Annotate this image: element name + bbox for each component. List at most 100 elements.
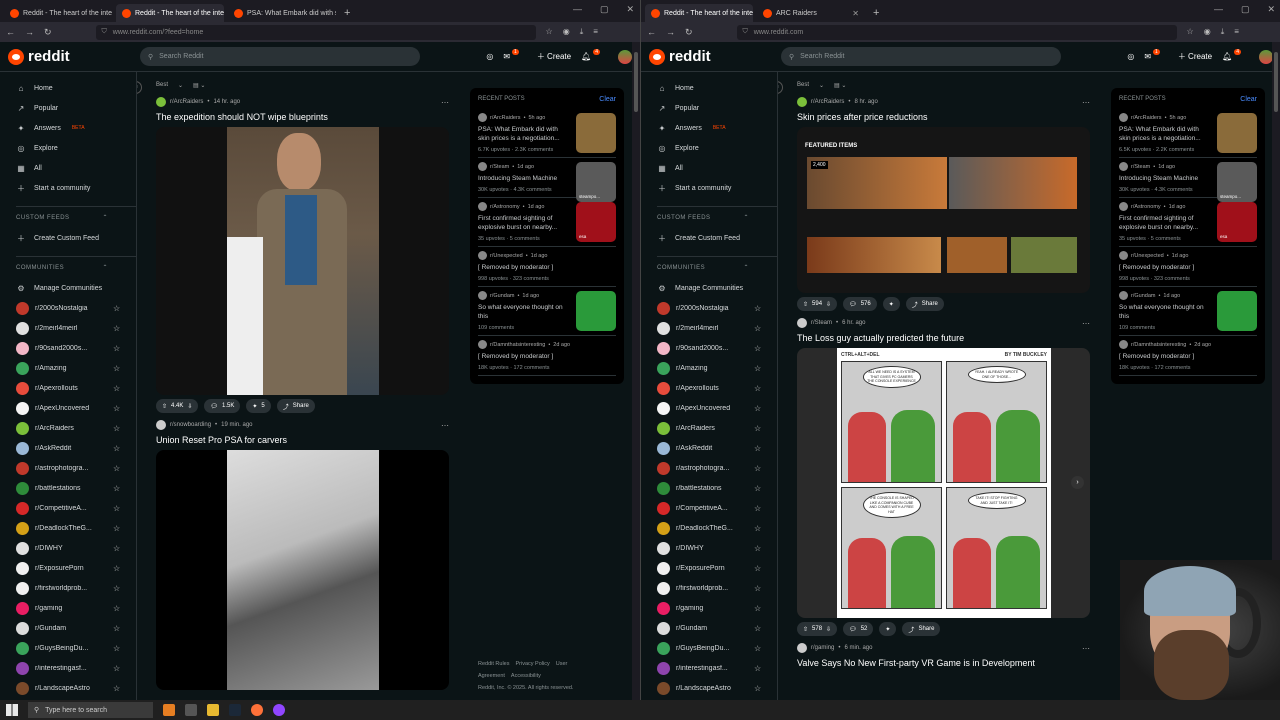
share-button[interactable]: ⤴ Share xyxy=(905,297,944,311)
more-options-icon[interactable]: ⋯ xyxy=(441,421,449,430)
community-item[interactable]: r/2meirl4meirl ☆ xyxy=(657,318,777,338)
avatar[interactable] xyxy=(618,49,632,64)
community-item[interactable]: r/interestingasf... ☆ xyxy=(16,658,136,678)
manage-communities-button[interactable]: ⚙ Manage Communities xyxy=(16,278,136,298)
community-item[interactable]: r/GuysBeingDu... ☆ xyxy=(16,638,136,658)
view-layout-icon[interactable]: ▤ ⌄ xyxy=(834,82,846,89)
forward-icon[interactable]: → xyxy=(666,27,675,37)
community-item[interactable]: r/DIWHY ☆ xyxy=(16,538,136,558)
star-icon[interactable]: ☆ xyxy=(754,424,761,433)
address-bar[interactable]: ⛉ www.reddit.com/?feed=home xyxy=(95,24,536,40)
community-item[interactable]: r/ExposurePorn ☆ xyxy=(657,558,777,578)
community-item[interactable]: r/astrophotogra... ☆ xyxy=(657,458,777,478)
notifications-icon[interactable]: 🔔︎ xyxy=(1222,52,1232,61)
community-item[interactable]: r/90sand2000s... ☆ xyxy=(657,338,777,358)
star-icon[interactable]: ☆ xyxy=(113,644,120,653)
star-icon[interactable]: ☆ xyxy=(113,484,120,493)
extension-icon[interactable]: ◉ xyxy=(1204,27,1211,37)
sidebar-item[interactable]: ▦ All xyxy=(657,158,777,178)
award-button[interactable]: ✦ 5 xyxy=(246,399,271,413)
community-item[interactable]: r/CompetitiveA... ☆ xyxy=(16,498,136,518)
footer-link[interactable]: Accessibility xyxy=(511,673,541,679)
sidebar-item[interactable]: ↗ Popular xyxy=(657,98,777,118)
recent-post-item[interactable]: r/Steam • 1d ago Introducing Steam Machine 3… xyxy=(1119,158,1257,202)
comments-button[interactable]: 💬︎ 1.5K xyxy=(204,399,241,413)
community-item[interactable]: r/DeadlockTheG... ☆ xyxy=(657,518,777,538)
maximize-icon[interactable]: ▢ xyxy=(600,4,609,15)
avatar[interactable] xyxy=(1259,49,1273,64)
community-item[interactable]: r/2000sNostalgia ☆ xyxy=(657,298,777,318)
community-item[interactable]: r/DIWHY ☆ xyxy=(657,538,777,558)
weather-icon[interactable] xyxy=(163,704,175,716)
collapse-sidebar-icon[interactable]: ≡ xyxy=(778,81,783,94)
custom-feeds-header[interactable]: CUSTOM FEEDS ⌃ xyxy=(16,206,136,228)
star-icon[interactable]: ☆ xyxy=(754,304,761,313)
sidebar-item[interactable]: ⌂ Home xyxy=(657,78,777,98)
star-icon[interactable]: ☆ xyxy=(113,464,120,473)
star-icon[interactable]: ☆ xyxy=(754,364,761,373)
extension-icon[interactable]: ◉ xyxy=(563,27,570,37)
forward-icon[interactable]: → xyxy=(25,27,34,37)
more-options-icon[interactable]: ⋯ xyxy=(1082,319,1090,328)
star-icon[interactable]: ☆ xyxy=(113,684,120,693)
obs-icon[interactable] xyxy=(273,704,285,716)
back-icon[interactable]: ← xyxy=(647,27,656,37)
award-button[interactable]: ✦ xyxy=(879,622,897,636)
chat-icon[interactable]: ✉ xyxy=(1144,52,1151,61)
comments-button[interactable]: 💬︎ 576 xyxy=(843,297,877,311)
star-icon[interactable]: ☆ xyxy=(113,304,120,313)
scrollbar[interactable] xyxy=(632,42,640,700)
sidebar-item[interactable]: ＋ Start a community xyxy=(657,178,777,198)
community-item[interactable]: r/Amazing ☆ xyxy=(16,358,136,378)
post-video[interactable] xyxy=(156,450,449,690)
post-title[interactable]: The expedition should NOT wipe blueprint… xyxy=(156,112,449,123)
star-icon[interactable]: ☆ xyxy=(113,604,120,613)
community-item[interactable]: r/firstworldprob... ☆ xyxy=(16,578,136,598)
vote-button[interactable]: ⇧ 578 ⇩ xyxy=(797,622,838,636)
menu-icon[interactable]: ≡ xyxy=(593,27,598,37)
star-icon[interactable]: ☆ xyxy=(113,544,120,553)
star-icon[interactable]: ☆ xyxy=(113,444,120,453)
community-item[interactable]: r/Apexrollouts ☆ xyxy=(16,378,136,398)
post-title[interactable]: The Loss guy actually predicted the futu… xyxy=(797,333,1090,344)
community-item[interactable]: r/firstworldprob... ☆ xyxy=(657,578,777,598)
recent-post-item[interactable]: r/ArcRaiders • 5h ago PSA: What Embark did … xyxy=(478,109,616,158)
community-item[interactable]: r/Gundam ☆ xyxy=(657,618,777,638)
clear-button[interactable]: Clear xyxy=(1240,96,1257,103)
star-icon[interactable]: ☆ xyxy=(754,384,761,393)
award-button[interactable]: ✦ xyxy=(882,297,900,311)
community-item[interactable]: r/Gundam ☆ xyxy=(16,618,136,638)
community-item[interactable]: r/interestingasf... ☆ xyxy=(657,658,777,678)
star-icon[interactable]: ☆ xyxy=(113,624,120,633)
community-item[interactable]: r/LandscapeAstro ☆ xyxy=(657,678,777,698)
star-icon[interactable]: ☆ xyxy=(754,504,761,513)
community-item[interactable]: r/GuysBeingDu... ☆ xyxy=(657,638,777,658)
create-button[interactable]: ＋ Create xyxy=(1178,51,1212,62)
sidebar-item[interactable]: ◎ Explore xyxy=(16,138,136,158)
star-icon[interactable]: ☆ xyxy=(113,364,120,373)
star-icon[interactable]: ☆ xyxy=(113,424,120,433)
post-card[interactable]: r/ArcRaiders • 8 hr. ago ⋯ Skin prices after… xyxy=(797,94,1104,315)
post-card[interactable]: r/gaming • 6 min. ago ⋯ Valve Says No New Fi… xyxy=(797,640,1104,669)
star-icon[interactable]: ☆ xyxy=(754,584,761,593)
create-custom-feed-button[interactable]: ＋ Create Custom Feed xyxy=(16,228,136,248)
post-image[interactable]: FEATURED ITEMS 2,400 xyxy=(797,127,1090,293)
new-tab-icon[interactable]: + xyxy=(873,4,879,22)
recent-post-item[interactable]: r/Gundam • 1d ago So what everyone thought … xyxy=(478,287,616,336)
clear-button[interactable]: Clear xyxy=(599,96,616,103)
star-icon[interactable]: ☆ xyxy=(113,404,120,413)
firefox-icon[interactable] xyxy=(251,704,263,716)
recent-post-item[interactable]: r/Astronomy • 1d ago First confirmed sighti… xyxy=(478,198,616,247)
community-item[interactable]: r/astrophotogra... ☆ xyxy=(16,458,136,478)
reload-icon[interactable]: ↻ xyxy=(44,27,52,38)
star-icon[interactable]: ☆ xyxy=(113,384,120,393)
recent-post-item[interactable]: r/Astronomy • 1d ago First confirmed sighti… xyxy=(1119,198,1257,247)
community-item[interactable]: r/AskReddit ☆ xyxy=(16,438,136,458)
star-icon[interactable]: ☆ xyxy=(113,664,120,673)
star-icon[interactable]: ☆ xyxy=(113,324,120,333)
menu-icon[interactable]: ≡ xyxy=(1234,27,1239,37)
collapse-sidebar-icon[interactable]: ≡ xyxy=(137,81,142,94)
footer-link[interactable]: Reddit Rules xyxy=(478,661,510,667)
share-button[interactable]: ⤴ Share xyxy=(902,622,941,636)
bookmark-star-icon[interactable]: ☆ xyxy=(546,27,553,37)
